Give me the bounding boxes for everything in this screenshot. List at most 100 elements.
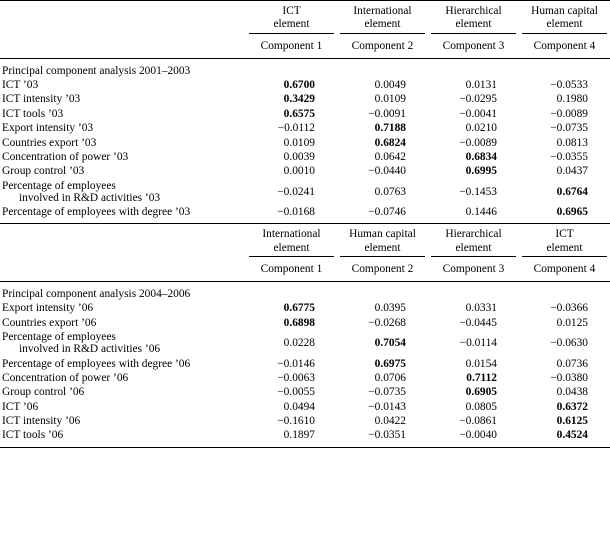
- group-header-table2-3: Hierarchical element: [428, 224, 519, 256]
- cmidrule-table2-4: [519, 256, 610, 258]
- group-header-line1: ICT: [282, 5, 301, 17]
- table-row: Countries export ’03 0.0109 0.6824 −0.00…: [0, 135, 610, 149]
- component-header-table2-3: Component 3: [442, 263, 505, 276]
- table-row: Percentage of employees involved in R&D …: [0, 330, 610, 356]
- row-value-c4: −0.0735: [550, 122, 588, 135]
- component-header-table1-2: Component 2: [351, 39, 414, 52]
- row-value-c4: −0.0355: [550, 150, 588, 163]
- table-row: Concentration of power ’03 0.0039 0.0642…: [0, 150, 610, 164]
- group-header-line2: element: [455, 18, 492, 31]
- row-value-c2: 0.6975: [374, 357, 406, 370]
- row-value-c2: 0.0422: [374, 415, 406, 427]
- row-value-c1: 0.0039: [283, 150, 315, 163]
- group-header-line2: element: [364, 18, 401, 31]
- row-label: Percentage of employees with degree ’03: [2, 206, 191, 219]
- row-value-c4: 0.0437: [556, 165, 588, 178]
- row-value-c3: −0.0089: [459, 136, 497, 149]
- row-value-c4: 0.0813: [556, 136, 588, 149]
- cmidrule-table1-2: [337, 32, 428, 34]
- corner-cell-components-table1: [0, 34, 246, 59]
- group-header-table2-1: International element: [246, 224, 337, 256]
- row-value-c3: 0.0805: [465, 400, 497, 413]
- row-value-c2: −0.0351: [368, 429, 406, 442]
- row-value-c3: −0.0861: [459, 415, 497, 427]
- row-value-c3: −0.0295: [459, 93, 497, 106]
- row-label: ICT tools ’03: [2, 107, 64, 120]
- row-value-c1: −0.0241: [277, 185, 315, 198]
- row-value-c1: −0.0112: [277, 122, 315, 135]
- row-value-c4: −0.0366: [550, 302, 588, 315]
- pca-table-2001-2003: ICT element International element Hierar…: [0, 0, 610, 225]
- group-header-line1: Hierarchical: [445, 5, 502, 17]
- group-header-table1-3: Hierarchical element: [428, 1, 519, 33]
- group-header-row-table2: International element Human capital elem…: [0, 224, 610, 256]
- row-value-c1: 0.6700: [283, 79, 315, 92]
- row-value-c3: 0.0210: [465, 122, 497, 135]
- pca-table-2004-2006: International element Human capital elem…: [0, 224, 610, 448]
- row-value-c1: 0.6775: [283, 302, 315, 315]
- group-header-line2: element: [273, 18, 310, 31]
- row-value-c1: 0.0494: [283, 400, 315, 413]
- row-label: ICT tools ’06: [2, 429, 64, 442]
- row-label: Export intensity ’03: [2, 122, 94, 135]
- group-header-line1: Human capital: [531, 5, 598, 17]
- group-header-line1: International: [262, 228, 321, 241]
- row-value-c2: 0.7054: [374, 337, 406, 350]
- row-value-c1: 0.0228: [283, 337, 315, 350]
- row-label-line1: Percentage of employees: [2, 331, 116, 344]
- row-value-c4: 0.6764: [556, 185, 588, 198]
- group-header-line2: element: [364, 241, 401, 254]
- table-row: Percentage of employees with degree ’06 …: [0, 356, 610, 370]
- corner-cell-table2: [0, 224, 246, 256]
- table-row: Percentage of employees with degree ’03 …: [0, 205, 610, 219]
- row-value-c1: −0.1610: [277, 415, 315, 427]
- group-header-line2: element: [455, 241, 492, 254]
- row-label: Concentration of power ’03: [2, 150, 129, 163]
- group-header-table2-2: Human capital element: [337, 224, 428, 256]
- cmidrule-table1-3: [428, 32, 519, 34]
- row-value-c2: −0.0268: [368, 316, 406, 329]
- row-value-c1: −0.0063: [277, 371, 315, 384]
- row-value-c1: 0.1897: [283, 429, 315, 442]
- cmidrule-table1-1: [246, 32, 337, 34]
- row-value-c2: 0.0395: [374, 302, 406, 315]
- row-value-c3: 0.7112: [466, 371, 497, 384]
- component-header-row-table1: Component 1 Component 2 Component 3 Comp…: [0, 34, 610, 59]
- row-value-c1: −0.0055: [277, 386, 315, 399]
- table-row: Group control ’06 −0.0055 −0.0735 0.6905…: [0, 385, 610, 399]
- corner-cell-components-table2: [0, 257, 246, 282]
- row-value-c2: −0.0746: [368, 206, 406, 219]
- row-value-c2: −0.0735: [368, 386, 406, 399]
- row-value-c3: 0.1446: [465, 206, 497, 219]
- row-label: Concentration of power ’06: [2, 371, 129, 384]
- group-header-table1-2: International element: [337, 1, 428, 33]
- component-header-table1-3: Component 3: [442, 39, 505, 52]
- row-value-c2: 0.6824: [374, 136, 406, 149]
- section-title-table2: Principal component analysis 2004–2006: [2, 288, 191, 301]
- bottomrule-table2: [0, 446, 610, 448]
- row-value-c4: −0.0380: [550, 371, 588, 384]
- row-value-c1: 0.0010: [283, 165, 315, 178]
- row-label: ICT intensity ’03: [2, 93, 81, 106]
- row-value-c1: 0.6575: [283, 107, 315, 120]
- row-value-c4: −0.0089: [550, 107, 588, 120]
- row-label: ICT intensity ’06: [2, 415, 81, 427]
- component-header-table2-4: Component 4: [533, 263, 596, 276]
- table-row: Percentage of employees involved in R&D …: [0, 179, 610, 205]
- row-label-line1: Percentage of employees: [2, 179, 116, 192]
- row-value-c1: −0.0146: [277, 357, 315, 370]
- row-value-c4: 0.4524: [556, 429, 588, 442]
- table-row: ICT ’03 0.6700 0.0049 0.0131 −0.0533: [0, 78, 610, 92]
- row-label: Percentage of employees involved in R&D …: [0, 179, 246, 205]
- row-value-c4: 0.0125: [556, 316, 588, 329]
- row-label: Export intensity ’06: [2, 302, 94, 315]
- component-header-table1-1: Component 1: [260, 39, 323, 52]
- table-row: ICT intensity ’06 −0.1610 0.0422 −0.0861…: [0, 414, 610, 428]
- row-value-c1: 0.6898: [283, 316, 315, 329]
- table-row: Countries export ’06 0.6898 −0.0268 −0.0…: [0, 316, 610, 330]
- row-label: Percentage of employees involved in R&D …: [0, 330, 246, 356]
- row-value-c2: 0.0642: [374, 150, 406, 163]
- row-value-c3: −0.1453: [459, 185, 497, 198]
- cmidrule-table2-2: [337, 256, 428, 258]
- row-value-c3: 0.0331: [465, 302, 497, 315]
